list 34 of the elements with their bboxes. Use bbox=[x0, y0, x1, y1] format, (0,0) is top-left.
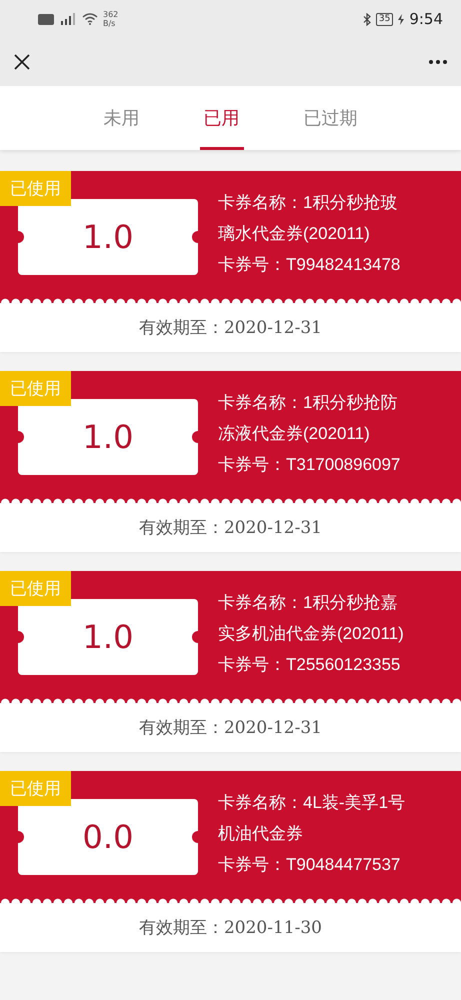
speed-unit: B/s bbox=[103, 19, 116, 28]
more-icon[interactable] bbox=[429, 60, 447, 64]
coupon-card[interactable]: 1.0 卡券名称：1积分秒抢玻璃水代金券(202011) 卡券号：T99482413478 已使用 有效期至：2020-12-31 bbox=[0, 171, 461, 352]
coupon-number: 卡券号：T31700896097 bbox=[218, 454, 402, 476]
clock: 9:54 bbox=[409, 10, 443, 28]
validity-date: 有效期至：2020-12-31 bbox=[138, 517, 322, 539]
coupon-name: 卡券名称：1积分秒抢嘉实多机油代金券(202011) bbox=[218, 592, 405, 644]
battery-level: 35 bbox=[376, 12, 394, 26]
tab[interactable]: 未用 bbox=[100, 86, 144, 150]
coupon-card[interactable]: 1.0 卡券名称：1积分秒抢嘉实多机油代金券(202011) 卡券号：T25560123355 已使用 有效期至：2020-12-31 bbox=[0, 571, 461, 752]
used-badge: 已使用 bbox=[0, 571, 71, 606]
validity-date: 有效期至：2020-11-30 bbox=[138, 917, 322, 939]
coupon-number: 卡券号：T99482413478 bbox=[218, 254, 402, 276]
coupon-card[interactable]: 1.0 卡券名称：1积分秒抢防冻液代金券(202011) 卡券号：T31700896097 已使用 有效期至：2020-12-31 bbox=[0, 371, 461, 552]
coupon-name: 卡券名称：1积分秒抢玻璃水代金券(202011) bbox=[218, 192, 398, 244]
coupon-number: 卡券号：T25560123355 bbox=[218, 654, 402, 676]
coupon-number: 卡券号：T90484477537 bbox=[218, 854, 402, 876]
used-badge: 已使用 bbox=[0, 371, 71, 406]
tab[interactable]: 已用 bbox=[200, 86, 244, 150]
network-speed: 362 bbox=[103, 10, 118, 19]
tab[interactable]: 已过期 bbox=[300, 86, 362, 150]
hd-icon bbox=[38, 14, 54, 24]
validity-date: 有效期至：2020-12-31 bbox=[138, 317, 322, 339]
signal-icon bbox=[59, 13, 77, 25]
used-badge: 已使用 bbox=[0, 171, 71, 206]
coupon-card[interactable]: 0.0 卡券名称：4L装-美孚1号机油代金券 卡券号：T90484477537 已使用 有效期至：2020-11-30 bbox=[0, 771, 461, 952]
coupon-name: 卡券名称：1积分秒抢防冻液代金券(202011) bbox=[218, 392, 398, 444]
charging-icon bbox=[398, 14, 404, 24]
close-icon[interactable] bbox=[14, 54, 30, 70]
bluetooth-icon bbox=[362, 12, 371, 26]
validity-date: 有效期至：2020-12-31 bbox=[138, 717, 322, 739]
coupon-name: 卡券名称：4L装-美孚1号机油代金券 bbox=[218, 792, 406, 844]
used-badge: 已使用 bbox=[0, 771, 71, 806]
wifi-icon bbox=[82, 13, 98, 25]
